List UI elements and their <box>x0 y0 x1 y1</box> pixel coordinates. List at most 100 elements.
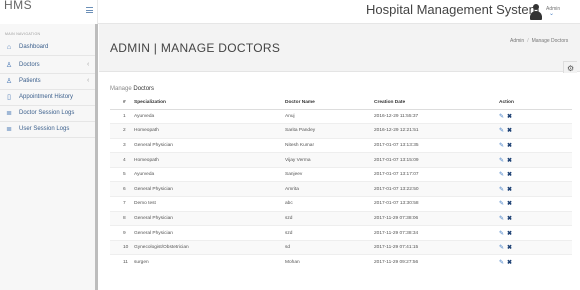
cell-doctor-name: Sanjeev <box>285 166 374 182</box>
delete-icon[interactable]: ✖ <box>507 231 512 237</box>
cell-number: 10 <box>110 239 134 255</box>
delete-icon[interactable]: ✖ <box>507 114 512 120</box>
table-row: 3 General Physician Nitesh Kumar 2017-01-07… <box>110 137 572 153</box>
edit-icon[interactable]: ✎ <box>499 128 504 134</box>
edit-icon[interactable]: ✎ <box>499 201 504 207</box>
cell-number: 1 <box>110 108 134 124</box>
cell-number: 5 <box>110 166 134 182</box>
edit-icon[interactable]: ✎ <box>499 260 504 266</box>
sidebar-item-doctor-session-logs[interactable]: ≣ Doctor Session Logs <box>0 106 95 122</box>
delete-icon[interactable]: ✖ <box>507 260 512 266</box>
page-title: ADMIN | MANAGE DOCTORS <box>110 41 281 55</box>
cell-creation-date: 2016-12-29 11:55:37 <box>374 108 499 124</box>
edit-icon[interactable]: ✎ <box>499 143 504 149</box>
edit-icon[interactable]: ✎ <box>499 187 504 193</box>
sidebar-item-patients[interactable]: ♙ Patients ‹ <box>0 74 95 90</box>
sidebar-item-label: Dashboard <box>19 44 49 50</box>
sidebar: MAIN NAVIGATION ⌂ Dashboard ♙ Doctors ‹ ♙ Pati… <box>0 24 98 290</box>
delete-icon[interactable]: ✖ <box>507 128 512 134</box>
edit-icon[interactable]: ✎ <box>499 158 504 164</box>
sidebar-item-label: User Session Logs <box>19 126 70 132</box>
sidebar-item-dashboard[interactable]: ⌂ Dashboard <box>0 40 95 56</box>
avatar-body <box>530 11 542 20</box>
cell-doctor-name: Amrita <box>285 181 374 197</box>
sidebar-item-doctors[interactable]: ♙ Doctors ‹ <box>0 58 95 74</box>
nav-heading: MAIN NAVIGATION <box>5 32 41 36</box>
sidebar-item-label: Patients <box>19 78 41 84</box>
sidebar-item-label: Doctors <box>19 62 40 68</box>
table-row: 6 General Physician Amrita 2017-01-07 13:22… <box>110 181 572 197</box>
cell-actions: ✎ ✖ <box>499 137 572 153</box>
cell-doctor-name: Anuj <box>285 108 374 124</box>
sidebar-item-label: Appointment History <box>19 94 74 100</box>
delete-icon[interactable]: ✖ <box>507 201 512 207</box>
list-icon: ≣ <box>6 110 12 117</box>
chevron-left-icon[interactable]: ‹ <box>87 77 89 84</box>
cell-actions: ✎ ✖ <box>499 210 572 226</box>
main-content: Manage Doctors # Specialization Doctor N… <box>99 73 580 290</box>
cell-creation-date: 2017-11-29 07:41:15 <box>374 239 499 255</box>
breadcrumb: Admin / Manage Doctors <box>510 38 568 44</box>
avatar[interactable] <box>529 3 543 20</box>
cell-specialization: Demo test <box>134 196 285 212</box>
sidebar-item-label: Doctor Session Logs <box>19 110 75 116</box>
delete-icon[interactable]: ✖ <box>507 216 512 222</box>
table-row: 1 Ayurveda Anuj 2016-12-29 11:55:37 ✎ ✖ <box>110 108 572 124</box>
table-row: 5 Ayurveda Sanjeev 2017-01-07 13:17:07 ✎ ✖ <box>110 166 572 182</box>
table-row: 8 General Physician szd 2017-11-29 07:38:06… <box>110 210 572 226</box>
cell-creation-date: 2017-01-07 13:15:09 <box>374 152 499 168</box>
column-header-number: # <box>110 96 134 110</box>
edit-icon[interactable]: ✎ <box>499 172 504 178</box>
gear-icon: ⚙ <box>567 64 575 73</box>
delete-icon[interactable]: ✖ <box>507 172 512 178</box>
cell-actions: ✎ ✖ <box>499 181 572 197</box>
cell-doctor-name: Mohan <box>285 254 374 270</box>
cell-actions: ✎ ✖ <box>499 152 572 168</box>
cell-creation-date: 2017-11-29 07:38:06 <box>374 210 499 226</box>
cell-doctor-name: szd <box>285 210 374 226</box>
delete-icon[interactable]: ✖ <box>507 187 512 193</box>
cell-doctor-name: szd <box>285 225 374 241</box>
delete-icon[interactable]: ✖ <box>507 158 512 164</box>
column-header-creation-date: Creation Date <box>374 96 499 110</box>
brand-area: HMS <box>0 0 98 24</box>
menu-toggle-icon[interactable] <box>86 7 93 13</box>
edit-icon[interactable]: ✎ <box>499 216 504 222</box>
chevron-left-icon[interactable]: ‹ <box>87 61 89 68</box>
cell-creation-date: 2017-01-07 13:22:50 <box>374 181 499 197</box>
table-header-row: # Specialization Doctor Name Creation Da… <box>110 96 572 110</box>
chevron-down-icon[interactable]: ⌄ <box>549 10 554 17</box>
column-header-action: Action <box>499 96 572 110</box>
cell-actions: ✎ ✖ <box>499 123 572 139</box>
cell-number: 6 <box>110 181 134 197</box>
page-header: ADMIN | MANAGE DOCTORS Admin / Manage Doct… <box>99 24 580 72</box>
table-row: 9 General Physician szd 2017-11-29 07:38:34… <box>110 225 572 241</box>
delete-icon[interactable]: ✖ <box>507 245 512 251</box>
table-row: 10 Gynecologist/Obstetrician sd 2017-11-29 … <box>110 239 572 255</box>
cell-specialization: Ayurveda <box>134 166 285 182</box>
delete-icon[interactable]: ✖ <box>507 143 512 149</box>
cell-actions: ✎ ✖ <box>499 166 572 182</box>
section-title: Manage Doctors <box>110 86 154 92</box>
file-icon: ▯ <box>7 94 11 101</box>
cell-doctor-name: sd <box>285 239 374 255</box>
table-row: 11 surgen Mohan 2017-11-29 09:27:56 ✎ ✖ <box>110 254 572 270</box>
table-row: 7 Demo test abc 2017-01-07 13:30:58 ✎ ✖ <box>110 196 572 212</box>
cell-doctor-name: Nitesh Kumar <box>285 137 374 153</box>
user-icon: ♙ <box>5 62 13 69</box>
breadcrumb-admin[interactable]: Admin <box>510 38 524 44</box>
table-row: 4 Homeopath Vijay Verma 2017-01-07 13:15:09… <box>110 152 572 168</box>
sidebar-item-user-session-logs[interactable]: ≣ User Session Logs <box>0 122 95 138</box>
breadcrumb-current: Manage Doctors <box>531 38 569 44</box>
cell-doctor-name: Vijay Verma <box>285 152 374 168</box>
edit-icon[interactable]: ✎ <box>499 114 504 120</box>
brand-logo[interactable]: HMS <box>4 0 32 12</box>
cell-specialization: surgen <box>134 254 285 270</box>
cell-number: 7 <box>110 196 134 212</box>
edit-icon[interactable]: ✎ <box>499 231 504 237</box>
cell-specialization: General Physician <box>134 210 285 226</box>
cell-actions: ✎ ✖ <box>499 225 572 241</box>
edit-icon[interactable]: ✎ <box>499 245 504 251</box>
cell-creation-date: 2017-01-07 13:13:35 <box>374 137 499 153</box>
sidebar-item-appointment-history[interactable]: ▯ Appointment History <box>0 90 95 106</box>
